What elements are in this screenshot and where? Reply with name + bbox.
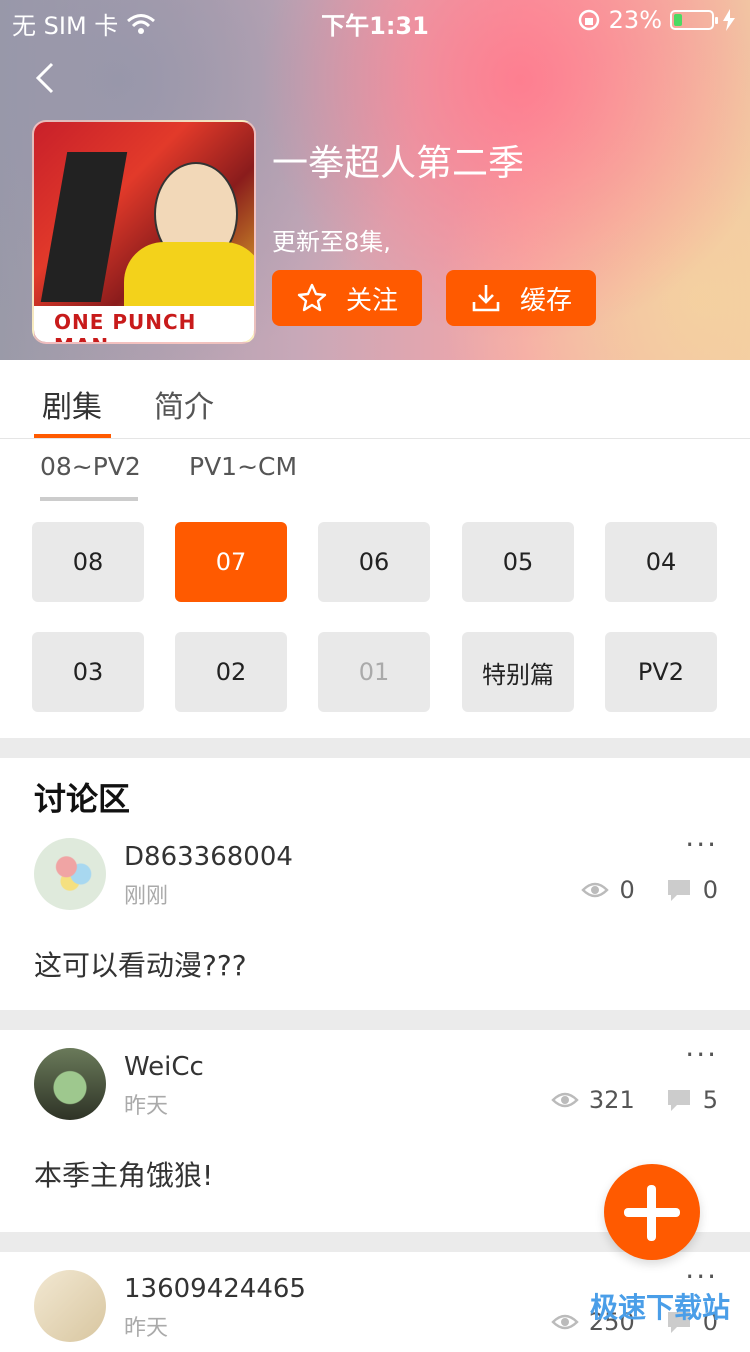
post-time: 昨天 xyxy=(124,1316,169,1341)
episode-button[interactable]: 08 xyxy=(32,522,144,602)
tab-episodes[interactable]: 剧集 xyxy=(42,382,102,426)
more-options-button[interactable]: ··· xyxy=(685,1038,718,1071)
download-icon xyxy=(472,285,500,312)
avatar[interactable] xyxy=(34,838,106,910)
avatar[interactable] xyxy=(34,1270,106,1342)
discussion-post[interactable]: D863368004 刚刚 ··· 0 0 这可以看动漫??? xyxy=(0,820,750,1010)
comment-icon xyxy=(667,880,690,901)
range-tab-08-pv2[interactable]: 08~PV2 xyxy=(40,452,141,481)
section-divider xyxy=(0,738,750,758)
back-button[interactable] xyxy=(26,58,66,98)
poster-caption: ONE PUNCH MAN xyxy=(54,310,197,342)
star-icon xyxy=(297,283,327,312)
episode-button: 01 xyxy=(318,632,430,712)
post-username[interactable]: WeiCc xyxy=(124,1052,204,1082)
comment-count: 5 xyxy=(702,1086,718,1114)
post-content: 本季主角饿狼! xyxy=(34,1159,214,1192)
eye-icon xyxy=(551,1314,579,1330)
post-content: 这可以看动漫??? xyxy=(34,949,247,982)
battery-percent: 23% xyxy=(608,6,662,34)
cache-label: 缓存 xyxy=(519,285,572,316)
eye-icon xyxy=(551,1092,579,1108)
view-count: 0 xyxy=(619,876,635,904)
episode-button[interactable]: 02 xyxy=(175,632,287,712)
post-time: 昨天 xyxy=(124,1094,169,1119)
episode-button[interactable]: 03 xyxy=(32,632,144,712)
tab-intro[interactable]: 简介 xyxy=(154,382,214,426)
range-underline xyxy=(40,497,138,501)
series-title: 一拳超人第二季 xyxy=(272,143,525,184)
new-post-button[interactable] xyxy=(604,1164,700,1260)
episode-button[interactable]: 04 xyxy=(605,522,717,602)
episode-button[interactable]: 特别篇 xyxy=(462,632,574,712)
tab-bar: 剧集 简介 xyxy=(0,360,750,439)
follow-button[interactable]: 关注 xyxy=(272,270,422,326)
charging-icon xyxy=(723,9,735,31)
follow-label: 关注 xyxy=(345,285,398,316)
episode-button[interactable]: 05 xyxy=(462,522,574,602)
comment-icon xyxy=(667,1090,690,1111)
comment-count: 0 xyxy=(702,876,718,904)
post-stats: 0 0 xyxy=(581,876,718,904)
watermark: 极速下载站 xyxy=(589,1291,730,1324)
post-stats: 321 5 xyxy=(551,1086,718,1114)
more-options-button[interactable]: ··· xyxy=(685,828,718,861)
tab-underline xyxy=(34,434,111,438)
status-bar: 无 SIM 卡 下午1:31 23% xyxy=(0,0,750,40)
episode-button[interactable]: PV2 xyxy=(605,632,717,712)
eye-icon xyxy=(581,882,610,898)
range-tab-pv1-cm[interactable]: PV1~CM xyxy=(189,452,297,481)
avatar[interactable] xyxy=(34,1048,106,1120)
update-status: 更新至8集, xyxy=(272,228,391,256)
view-count: 321 xyxy=(588,1086,635,1114)
discussion-title: 讨论区 xyxy=(34,780,131,818)
cache-button[interactable]: 缓存 xyxy=(446,270,596,326)
episode-button[interactable]: 06 xyxy=(318,522,430,602)
post-username[interactable]: D863368004 xyxy=(124,842,293,872)
episode-button[interactable]: 07 xyxy=(175,522,287,602)
battery-icon xyxy=(670,10,718,30)
poster-image: ONE PUNCH MAN xyxy=(32,120,256,344)
post-username[interactable]: 13609424465 xyxy=(124,1274,306,1304)
post-time: 刚刚 xyxy=(124,884,169,909)
rotation-lock-icon xyxy=(578,9,599,31)
post-divider xyxy=(0,1010,750,1030)
